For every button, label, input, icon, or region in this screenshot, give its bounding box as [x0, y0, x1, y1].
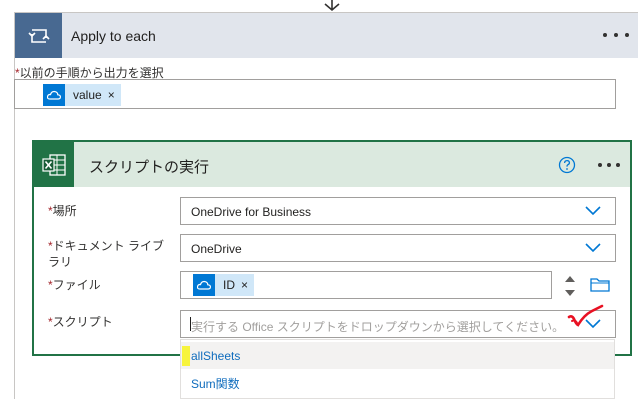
document-library-label: *ドキュメント ライブ ラリ [48, 239, 165, 269]
run-script-header[interactable]: スクリプトの実行 [34, 142, 630, 187]
script-select[interactable]: 実行する Office スクリプトをドロップダウンから選択してください。 [180, 310, 616, 338]
run-script-more-options-icon[interactable] [598, 163, 620, 167]
run-script-card: スクリプトの実行 *場所 OneDrive for Business *ドキュメ… [32, 140, 632, 356]
prev-output-input[interactable]: value × [14, 79, 616, 109]
apply-more-options-icon[interactable] [603, 26, 629, 44]
help-icon[interactable] [558, 156, 576, 174]
scroll-stepper-icon[interactable] [562, 273, 578, 299]
script-label: *スクリプト [48, 315, 113, 329]
remove-token-icon[interactable]: × [108, 88, 121, 102]
location-select[interactable]: OneDrive for Business [180, 197, 616, 225]
dropdown-option-allsheets[interactable]: allSheets [181, 342, 614, 369]
excel-icon [34, 142, 74, 187]
onedrive-icon [193, 274, 215, 296]
chevron-down-icon [585, 206, 601, 216]
dropdown-option-sum[interactable]: Sum関数 [181, 368, 614, 395]
onedrive-icon [43, 84, 65, 106]
run-script-title: スクリプトの実行 [89, 159, 210, 176]
apply-to-each-title: Apply to each [71, 28, 156, 44]
value-token[interactable]: value × [43, 84, 121, 106]
remove-token-icon[interactable]: × [241, 278, 254, 292]
chevron-down-icon [585, 243, 601, 253]
folder-icon[interactable] [590, 276, 610, 292]
location-label: *場所 [48, 204, 77, 218]
file-input[interactable]: ID × [180, 271, 552, 299]
document-library-select[interactable]: OneDrive [180, 234, 616, 262]
file-label: *ファイル [48, 278, 101, 292]
loop-icon [15, 13, 62, 58]
apply-to-each-header[interactable]: Apply to each [15, 13, 638, 58]
red-checkmark-annotation [567, 304, 604, 327]
id-token[interactable]: ID × [193, 274, 255, 296]
script-dropdown-list: allSheets Sum関数 [180, 339, 615, 399]
flow-arrow-icon [324, 0, 340, 12]
highlight-marker [182, 346, 190, 366]
